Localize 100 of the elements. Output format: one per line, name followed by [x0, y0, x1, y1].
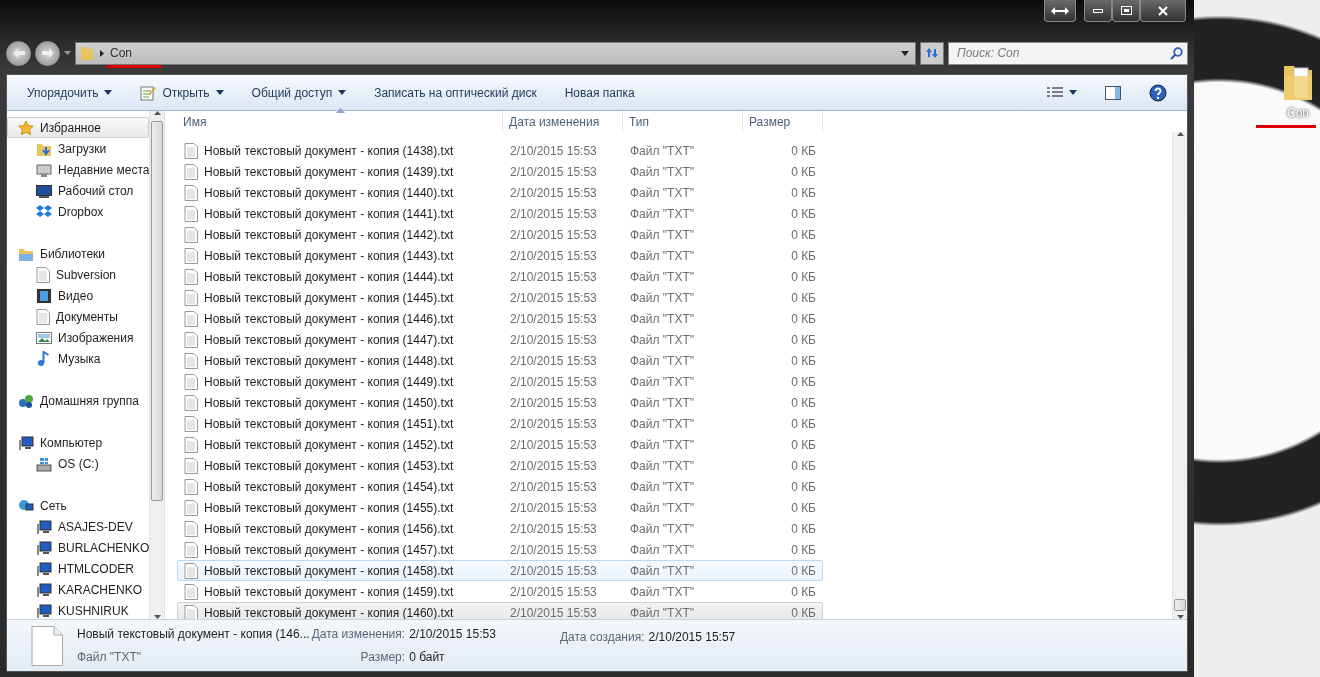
table-cell-text: Файл "TXT" — [629, 226, 696, 244]
toolbar-button[interactable]: Общий доступ — [239, 79, 359, 106]
document-icon — [36, 266, 50, 283]
desktop-icon[interactable]: Con — [1280, 62, 1316, 122]
sidebar-item[interactable]: Subversion — [7, 264, 149, 285]
file-row[interactable]: Новый текстовый документ - копия (1447).txt 2/10/2015 15:53 Файл "TXT" 0 КБ — [177, 329, 823, 350]
sidebar-item[interactable]: Музыка — [7, 348, 149, 369]
file-row[interactable]: Новый текстовый документ - копия (1455).txt 2/10/2015 15:53 Файл "TXT" 0 КБ — [177, 497, 823, 518]
pane-icon — [1105, 85, 1121, 100]
sidebar-item[interactable]: HTMLCODER — [7, 558, 149, 579]
forward-button[interactable] — [35, 40, 60, 66]
property-value: 2/10/2015 15:53 — [409, 626, 496, 643]
sidebar-item[interactable]: BURLACHENKO — [7, 537, 149, 558]
sidebar-item[interactable]: Документы — [7, 306, 149, 327]
file-row[interactable]: Новый текстовый документ - копия (1454).txt 2/10/2015 15:53 Файл "TXT" 0 КБ — [177, 476, 823, 497]
sidebar-item[interactable]: KUSHNIRUK — [7, 600, 149, 619]
file-row[interactable]: Новый текстовый документ - копия (1456).txt 2/10/2015 15:53 Файл "TXT" 0 КБ — [177, 518, 823, 539]
address-bar[interactable]: Con — [75, 41, 916, 65]
sidebar-item[interactable]: Избранное — [7, 117, 149, 138]
breadcrumb-link[interactable]: Con — [110, 44, 132, 62]
file-row[interactable]: Новый текстовый документ - копия (1442).txt 2/10/2015 15:53 Файл "TXT" 0 КБ — [177, 224, 823, 245]
file-row[interactable]: Новый текстовый документ - копия (1451).txt 2/10/2015 15:53 Файл "TXT" 0 КБ — [177, 413, 823, 434]
sidebar-item[interactable]: Видео — [7, 285, 149, 306]
file-name: Новый текстовый документ - копия (1448).txt — [204, 352, 454, 370]
sidebar-item[interactable]: ASAJES-DEV — [7, 516, 149, 537]
document-icon — [184, 352, 198, 369]
document-icon — [184, 583, 198, 600]
table-cell-text: 0 КБ — [790, 457, 816, 475]
toolbar-button[interactable]: Записать на оптический диск — [362, 79, 549, 106]
table-cell-text: 0 КБ — [790, 184, 816, 202]
scrollbar[interactable] — [1172, 132, 1187, 619]
file-row[interactable]: Новый текстовый документ - копия (1441).txt 2/10/2015 15:53 Файл "TXT" 0 КБ — [177, 203, 823, 224]
sidebar-item[interactable]: Dropbox — [7, 201, 149, 222]
file-row[interactable]: Новый текстовый документ - копия (1450).txt 2/10/2015 15:53 Файл "TXT" 0 КБ — [177, 392, 823, 413]
table-cell-text: 2/10/2015 15:53 — [509, 226, 598, 244]
file-name: Новый текстовый документ - копия (1454).txt — [204, 478, 454, 496]
table-cell-text: Файл "TXT" — [629, 163, 696, 181]
document-icon — [184, 268, 198, 285]
file-row[interactable]: Новый текстовый документ - копия (1445).txt 2/10/2015 15:53 Файл "TXT" 0 КБ — [177, 287, 823, 308]
table-cell-text: 2/10/2015 15:53 — [509, 394, 598, 412]
table-cell-text: 2/10/2015 15:53 — [509, 583, 598, 601]
maximize-button[interactable] — [1112, 0, 1140, 22]
scrollbar-thumb[interactable] — [151, 121, 163, 501]
property-value: 0 байт — [409, 649, 446, 666]
sidebar-item[interactable]: Изображения — [7, 327, 149, 348]
sidebar-item[interactable]: Сеть — [7, 495, 149, 516]
file-row[interactable]: Новый текстовый документ - копия (1440).txt 2/10/2015 15:53 Файл "TXT" 0 КБ — [177, 182, 823, 203]
file-row[interactable]: Новый текстовый документ - копия (1446).txt 2/10/2015 15:53 Файл "TXT" 0 КБ — [177, 308, 823, 329]
search-field[interactable]: Поиск: Con — [948, 41, 1188, 65]
file-row[interactable]: Новый текстовый документ - копия (1449).txt 2/10/2015 15:53 Файл "TXT" 0 КБ — [177, 371, 823, 392]
picture-icon — [36, 329, 52, 346]
back-button[interactable] — [6, 40, 31, 66]
snap-button[interactable] — [1044, 0, 1076, 22]
file-row[interactable]: Новый текстовый документ - копия (1458).txt 2/10/2015 15:53 Файл "TXT" 0 КБ — [177, 560, 823, 581]
table-cell-text: 0 КБ — [790, 415, 816, 433]
table-cell-text: 2/10/2015 15:53 — [509, 331, 598, 349]
file-name: Новый текстовый документ - копия (1451).txt — [204, 415, 454, 433]
file-row[interactable]: Новый текстовый документ - копия (1438).txt 2/10/2015 15:53 Файл "TXT" 0 КБ — [177, 140, 823, 161]
file-row[interactable]: Новый текстовый документ - копия (1457).txt 2/10/2015 15:53 Файл "TXT" 0 КБ — [177, 539, 823, 560]
file-row[interactable]: Новый текстовый документ - копия (1439).txt 2/10/2015 15:53 Файл "TXT" 0 КБ — [177, 161, 823, 182]
scrollbar-thumb[interactable] — [1174, 599, 1186, 611]
property-label: Размер: — [359, 649, 406, 666]
toolbar-button[interactable]: Упорядочить — [15, 79, 125, 106]
sidebar-item[interactable]: Библиотеки — [7, 243, 149, 264]
globe-computer-icon — [18, 497, 34, 514]
file-row[interactable]: Новый текстовый документ - копия (1460).txt 2/10/2015 15:53 Файл "TXT" 0 КБ — [177, 602, 823, 619]
sidebar-item[interactable]: Загрузки — [7, 138, 149, 159]
close-button[interactable] — [1140, 0, 1186, 22]
property-value: 2/10/2015 15:57 — [648, 629, 736, 646]
table-cell-text: 0 КБ — [790, 289, 816, 307]
toolbar-button[interactable]: Открыть — [128, 79, 236, 106]
toolbar-button[interactable]: Новая папка — [552, 79, 647, 106]
table-cell-text: Файл "TXT" — [629, 478, 696, 496]
file-row[interactable]: Новый текстовый документ - копия (1444).txt 2/10/2015 15:53 Файл "TXT" 0 КБ — [177, 266, 823, 287]
file-name: Новый текстовый документ - копия (1450).txt — [204, 394, 454, 412]
table-cell-text: 0 КБ — [790, 499, 816, 517]
document-icon — [184, 415, 198, 432]
restore-icon — [1120, 6, 1132, 15]
document-icon — [184, 478, 198, 495]
refresh-button[interactable] — [920, 41, 944, 65]
sidebar-item[interactable]: Домашняя группа — [7, 390, 149, 411]
sidebar-item[interactable]: Компьютер — [7, 432, 149, 453]
table-cell-text: Файл "TXT" — [629, 247, 696, 265]
table-cell-text: 0 КБ — [790, 247, 816, 265]
file-row[interactable]: Новый текстовый документ - копия (1448).txt 2/10/2015 15:53 Файл "TXT" 0 КБ — [177, 350, 823, 371]
sidebar-item[interactable]: Рабочий стол — [7, 180, 149, 201]
file-row[interactable]: Новый текстовый документ - копия (1453).txt 2/10/2015 15:53 Файл "TXT" 0 КБ — [177, 455, 823, 476]
file-row[interactable]: Новый текстовый документ - копия (1443).txt 2/10/2015 15:53 Файл "TXT" 0 КБ — [177, 245, 823, 266]
table-cell-text: 2/10/2015 15:53 — [509, 457, 598, 475]
file-row[interactable]: Новый текстовый документ - копия (1452).txt 2/10/2015 15:53 Файл "TXT" 0 КБ — [177, 434, 823, 455]
sidebar-item[interactable]: OS (C:) — [7, 453, 149, 474]
sidebar-item[interactable]: Недавние места — [7, 159, 149, 180]
document-icon — [184, 331, 198, 348]
sidebar-item[interactable]: KARACHENKO — [7, 579, 149, 600]
table-cell-text: 2/10/2015 15:53 — [509, 541, 598, 559]
help-icon — [1149, 83, 1167, 102]
minimize-button[interactable] — [1084, 0, 1112, 22]
document-icon — [184, 520, 198, 537]
scrollbar[interactable] — [149, 111, 164, 619]
file-row[interactable]: Новый текстовый документ - копия (1459).txt 2/10/2015 15:53 Файл "TXT" 0 КБ — [177, 581, 823, 602]
